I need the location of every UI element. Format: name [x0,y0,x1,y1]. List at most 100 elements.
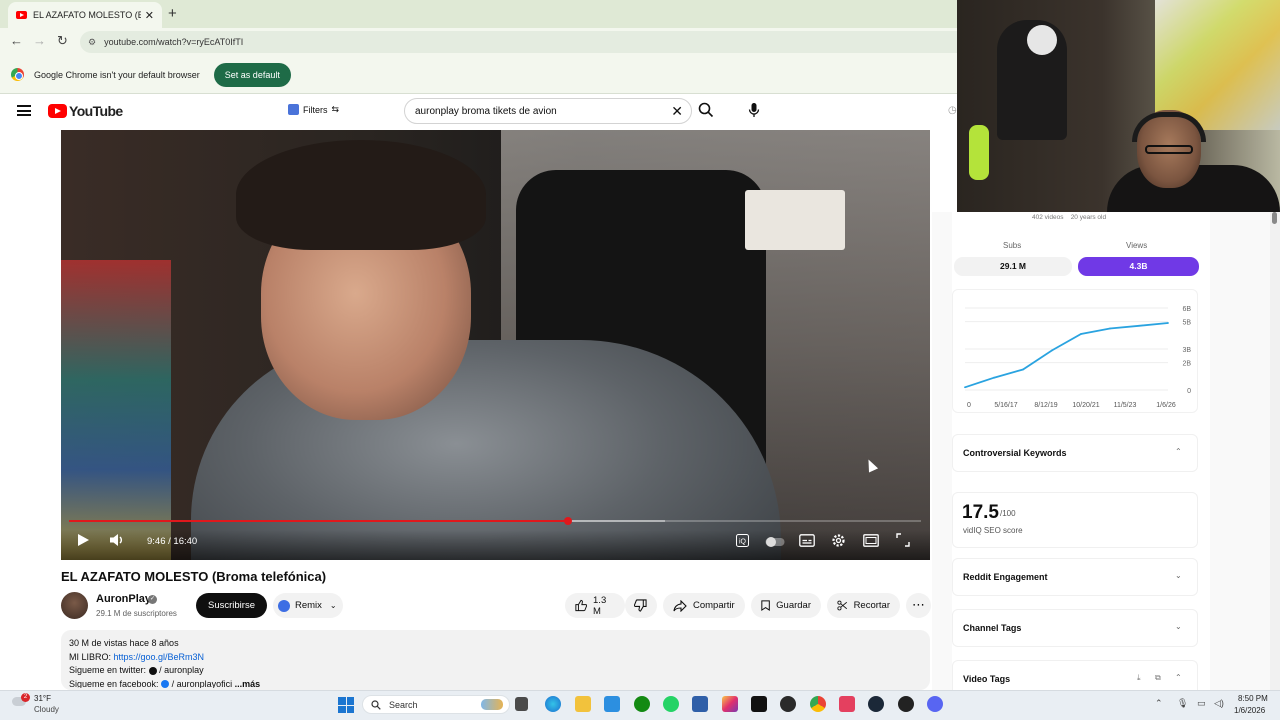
volume-icon[interactable] [109,533,125,550]
file-explorer-icon[interactable] [575,696,591,712]
seek-bar-progress [69,520,569,522]
chart-x-tick-label: 8/12/19 [1034,402,1057,409]
show-more-link[interactable]: ...más [235,679,261,688]
chevron-down-icon[interactable]: ⌄ [330,601,337,610]
chart-y-tick-label: 0 [1187,388,1191,395]
site-info-icon[interactable]: ⚙ [88,37,96,48]
menu-icon[interactable] [17,105,31,116]
view-stats: 30 M de vistas hace 8 años [69,638,179,648]
app-pink-icon[interactable] [839,696,855,712]
weather-temperature[interactable]: 31°F [34,694,51,703]
xbox-icon[interactable] [634,696,650,712]
clip-button[interactable]: Recortar [827,593,900,618]
youtube-logo[interactable]: YouTube [48,103,123,119]
scissors-icon [837,600,848,611]
taskbar-date[interactable]: 1/6/2026 [1234,706,1265,715]
chevron-up-icon[interactable]: ⌃ [1175,673,1182,682]
settings-gear-icon[interactable] [831,533,846,551]
video-player[interactable] [61,130,930,560]
taskbar-search[interactable]: Search [362,695,510,714]
like-button[interactable]: 1.3 M [565,593,625,618]
views-data-point [1051,349,1053,352]
forward-arrow-icon[interactable]: → [33,33,46,48]
filters-button[interactable]: Filters ⇆ [288,104,339,115]
clear-search-icon[interactable]: ✕ [671,103,683,120]
copy-icon[interactable]: ⧉ [1155,673,1161,683]
new-tab-button[interactable]: + [168,5,177,22]
edge-browser-icon[interactable] [545,696,561,712]
subscribe-button[interactable]: Suscribirse [196,593,267,618]
obs-icon[interactable] [780,696,796,712]
search-button[interactable] [698,102,714,121]
tiktok-icon[interactable] [751,696,767,712]
subscriber-count: 29.1 M de suscriptores [96,609,177,618]
seo-score-max: /100 [1000,509,1016,518]
discord-icon[interactable] [927,696,943,712]
network-icon[interactable]: ▭ [1197,698,1206,709]
instagram-icon[interactable] [722,696,738,712]
subtitles-icon[interactable] [799,534,815,550]
back-arrow-icon[interactable]: ← [10,33,23,48]
browser-tab[interactable]: EL AZAFATO MOLESTO (Broma ✕ [8,2,162,28]
facebook-handle-link[interactable]: / auronplayofici [172,679,233,688]
remix-label: Remix [295,600,322,611]
microphone-icon [748,103,760,117]
taskbar-time[interactable]: 8:50 PM [1238,694,1268,703]
steam-icon[interactable] [868,696,884,712]
channel-avatar[interactable] [61,592,88,619]
tab-close-icon[interactable]: ✕ [145,9,154,22]
weather-description[interactable]: Cloudy [34,705,59,714]
seo-score-value: 17.5 [962,502,999,523]
channel-name[interactable]: AuronPlay [96,593,151,605]
chrome-logo-icon [11,68,24,81]
chart-x-tick-label: 10/20/21 [1072,402,1099,409]
tray-overflow-icon[interactable]: ⌃ [1155,698,1163,709]
views-data-point [1109,327,1111,330]
views-line-chart: 0 2B 3B 5B 6B 0 5/16/17 8/12/19 10/20/21 11/5/23 1… [964,306,1191,409]
microsoft-store-icon[interactable] [604,696,620,712]
description-book-line: MI LIBRO: https://goo.gl/BeRm3N [69,651,922,665]
windows-start-icon[interactable] [338,697,354,713]
video-description[interactable]: 30 M de vistas hace 8 años MI LIBRO: htt… [61,630,930,690]
page-scrollbar[interactable] [1270,212,1280,690]
description-facebook-line: Sigueme en facebook: / auronplayofici ..… [69,678,922,688]
views-data-point [1167,322,1169,324]
vidiq-player-icon[interactable]: iQ [736,534,749,550]
theater-mode-icon[interactable] [863,534,879,550]
play-icon[interactable] [76,533,90,550]
save-button[interactable]: Guardar [751,593,821,618]
remix-button[interactable]: Remix ⌄ [273,593,343,618]
share-label: Compartir [693,600,735,611]
download-icon[interactable]: ⤓ [1137,673,1141,683]
tab-title: EL AZAFATO MOLESTO (Broma [33,10,141,20]
green-toy [969,125,989,180]
chrome-icon[interactable] [810,696,826,712]
book-link[interactable]: https://goo.gl/BeRm3N [114,652,205,662]
address-bar[interactable]: ⚙ youtube.com/watch?v=ryEcAT0IfTI [80,31,958,53]
more-actions-icon[interactable]: ⋯ [906,593,931,618]
chevron-up-icon[interactable]: ⌃ [1175,447,1182,456]
dislike-button[interactable] [625,593,657,618]
reload-icon[interactable]: ↻ [57,33,68,49]
app-dark-icon[interactable] [898,696,914,712]
app-icon[interactable] [692,696,708,712]
reddit-engagement-title: Reddit Engagement [963,572,1048,582]
chevron-down-icon[interactable]: ⌄ [1175,622,1182,631]
voice-search-button[interactable] [747,102,761,120]
set-as-default-button[interactable]: Set as default [213,62,291,87]
share-button[interactable]: Compartir [663,593,745,618]
volume-tray-icon[interactable]: ◁) [1214,698,1224,709]
search-input[interactable]: auronplay broma tikets de avion ✕ [404,98,692,124]
twitter-handle-link[interactable]: / auronplay [159,665,204,675]
like-count: 1.3 M [593,594,607,617]
autoplay-toggle[interactable] [765,535,785,551]
subs-stat-button[interactable]: 29.1 M [954,257,1072,276]
whatsapp-icon[interactable] [663,696,679,712]
scrollbar-thumb[interactable] [1272,212,1277,224]
chart-y-tick-label: 2B [1182,361,1191,368]
task-view-icon[interactable] [515,697,528,711]
microphone-tray-icon[interactable]: 🎙 [1177,698,1188,709]
chevron-down-icon[interactable]: ⌄ [1175,571,1182,580]
views-stat-button[interactable]: 4.3B [1078,257,1199,276]
fullscreen-icon[interactable] [896,533,910,550]
